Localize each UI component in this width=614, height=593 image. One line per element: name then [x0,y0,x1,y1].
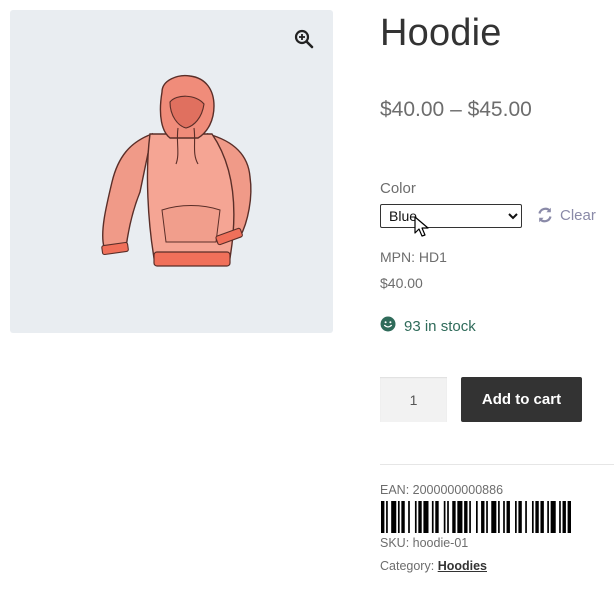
divider [380,464,614,465]
zoom-icon[interactable] [293,28,315,50]
product-title: Hoodie [380,12,502,54]
mpn-text: MPN: HD1 [380,249,447,265]
price-range: $40.00 – $45.00 [380,98,532,121]
refresh-icon [536,206,554,224]
add-to-cart-button[interactable]: Add to cart [461,377,582,422]
variation-price: $40.00 [380,275,423,291]
category-label: Category: [380,559,435,573]
clear-label: Clear [560,206,596,224]
stock-status: 93 in stock [380,316,476,336]
color-select[interactable]: Blue [380,204,522,228]
category-link-hoodies[interactable]: Hoodies [438,559,487,573]
category-line: Category: Hoodies [380,559,487,573]
color-label: Color [380,180,416,197]
hoodie-image[interactable] [90,72,265,282]
quantity-input[interactable] [380,377,447,422]
smiley-icon [380,316,396,336]
clear-button[interactable]: Clear [536,204,596,226]
sku-text: SKU: hoodie-01 [380,536,469,550]
ean-text: EAN: 2000000000886 [380,483,504,497]
barcode-image [381,501,571,533]
product-page: Hoodie $40.00 – $45.00 Color Blue Clear … [0,0,614,593]
product-summary: Hoodie $40.00 – $45.00 Color Blue Clear … [380,0,614,593]
stock-text: 93 in stock [404,317,476,335]
product-gallery [10,10,333,333]
